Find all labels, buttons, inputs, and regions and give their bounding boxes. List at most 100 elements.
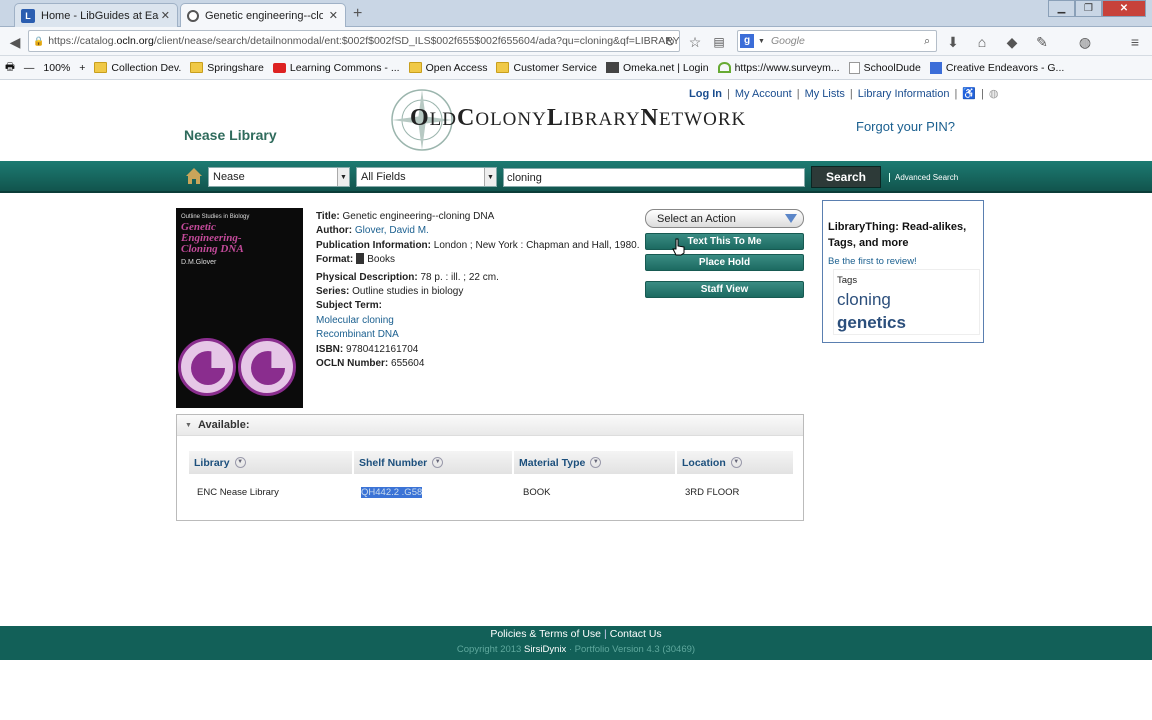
download-icon[interactable]: ⬇ — [943, 32, 963, 52]
tag-link[interactable]: genetics — [837, 313, 906, 333]
sirsidynix-link[interactable]: SirsiDynix — [524, 644, 566, 655]
login-link[interactable]: Log In — [689, 88, 722, 100]
subject-link[interactable]: Molecular cloning — [316, 315, 394, 326]
tab-libguides[interactable]: L Home - LibGuides at Easter... ✕ — [14, 3, 178, 27]
author-link[interactable]: Glover, David M. — [355, 225, 429, 236]
bookmark-star-icon[interactable]: ☆ — [685, 32, 705, 52]
table-cell-location: 3RD FLOOR — [685, 487, 740, 498]
navigation-bar: ◀ 🔒 https://catalog. ocln.org/client/neas… — [0, 27, 1152, 56]
search-button[interactable]: Search — [811, 166, 881, 188]
select-action-dropdown[interactable]: Select an Action — [645, 209, 804, 228]
sort-icon[interactable]: ▼ — [730, 457, 742, 468]
minimize-icon[interactable]: ▁ — [1048, 0, 1075, 17]
bookmark-item[interactable]: Collection Dev. — [94, 62, 181, 74]
subject-term-row: Subject Term: — [316, 300, 382, 312]
contact-us-link[interactable]: Contact Us — [610, 628, 662, 640]
policies-link[interactable]: Policies & Terms of Use — [490, 628, 601, 640]
home-icon[interactable]: ⌂ — [972, 32, 992, 52]
close-window-icon[interactable]: ✕ — [1102, 0, 1146, 17]
close-tab-icon[interactable]: ✕ — [329, 9, 338, 22]
my-lists-link[interactable]: My Lists — [805, 88, 845, 100]
bookmark-item[interactable]: Customer Service — [496, 62, 597, 74]
sort-icon[interactable]: ▼ — [234, 457, 246, 468]
zoom-level: 100% — [43, 61, 71, 74]
search-input[interactable]: cloning — [503, 168, 805, 187]
print-icon[interactable]: 🖶 — [5, 59, 15, 77]
sort-icon[interactable]: ▼ — [432, 457, 444, 468]
library-name[interactable]: Nease Library — [184, 127, 277, 143]
youtube-icon — [272, 62, 286, 73]
accessibility-icon[interactable]: ♿ — [962, 87, 976, 100]
search-engine-dropdown-icon[interactable]: ▼ — [758, 38, 765, 45]
zoom-out-icon[interactable]: — — [24, 62, 35, 74]
cover-swirl-graphic — [238, 338, 296, 396]
cover-title: Genetic Engineering- Cloning DNA — [181, 221, 244, 255]
bookmark-item[interactable]: SchoolDude — [848, 61, 921, 74]
owl-addon-icon[interactable]: ◆ — [1002, 32, 1022, 52]
series-row: Series: Outline studies in biology — [316, 286, 464, 298]
advanced-search-link[interactable]: Advanced Search — [889, 173, 958, 182]
sort-icon[interactable]: ▼ — [590, 457, 602, 468]
window-controls: ▁ ❐ ✕ — [1048, 0, 1146, 17]
url-bar[interactable]: 🔒 https://catalog. ocln.org/client/nease/… — [28, 30, 680, 52]
new-tab-plus-icon[interactable]: + — [353, 5, 362, 23]
ocln-number-row: OCLN Number: 655604 — [316, 358, 425, 370]
bookmark-item[interactable]: Omeka.net | Login — [605, 62, 709, 74]
book-icon — [356, 253, 365, 265]
column-header-shelf-number[interactable]: Shelf Number ▼ — [354, 451, 512, 474]
chevron-down-icon: ▼ — [337, 168, 349, 186]
subject-link[interactable]: Recombinant DNA — [316, 329, 399, 340]
browser-search-box[interactable]: g ▼ Google ⌕ — [737, 30, 937, 52]
home-icon[interactable] — [184, 166, 204, 186]
column-header-library[interactable]: Library ▼ — [189, 451, 352, 474]
ocln-favicon-icon — [187, 10, 199, 22]
tag-link[interactable]: cloning — [837, 290, 891, 310]
google-sites-icon — [929, 61, 942, 74]
page-icon — [848, 61, 860, 74]
my-account-link[interactable]: My Account — [735, 88, 792, 100]
reader-icon[interactable]: ▤ — [709, 32, 729, 52]
browser-tab-bar: L Home - LibGuides at Easter... ✕ Geneti… — [0, 0, 1152, 28]
catalog-search-bar: Nease ▼ All Fields ▼ cloning Search Adva… — [0, 161, 1152, 193]
tab-genetic-engineering[interactable]: Genetic engineering--cloni... ✕ — [180, 3, 346, 28]
bookmark-item[interactable]: Creative Endeavors - G... — [929, 61, 1064, 74]
column-header-location[interactable]: Location ▼ — [677, 451, 793, 474]
book-cover-image: Outline Studies in Biology Genetic Engin… — [176, 208, 303, 408]
author-row: Author: Glover, David M. — [316, 225, 429, 237]
bookmarks-bar: 🖶 — 100% + Collection Dev. Springshare L… — [0, 56, 1152, 80]
place-hold-button[interactable]: Place Hold — [645, 254, 804, 271]
language-globe-icon[interactable]: ◍ — [989, 87, 999, 100]
availability-panel: ▼ Available: Library ▼ Shelf Number ▼ Mate… — [176, 414, 804, 521]
globe-addon-icon[interactable]: ◍ — [1075, 32, 1095, 52]
bookmark-item[interactable]: Open Access — [408, 62, 487, 74]
availability-header[interactable]: ▼ Available: — [177, 415, 803, 436]
isbn-row: ISBN: 9780412161704 — [316, 343, 419, 355]
text-this-to-me-button[interactable]: Text This To Me — [645, 233, 804, 250]
review-link[interactable]: Be the first to review! — [828, 256, 917, 267]
page-footer: Policies & Terms of Use | Contact Us Copyr… — [0, 626, 1152, 660]
cover-swirl-graphic — [178, 338, 236, 396]
maximize-icon[interactable]: ❐ — [1075, 0, 1102, 17]
close-tab-icon[interactable]: ✕ — [161, 9, 170, 22]
folder-icon — [94, 62, 108, 73]
publication-row: Publication Information: London ; New Yo… — [316, 239, 640, 251]
library-information-link[interactable]: Library Information — [858, 88, 950, 100]
staff-view-button[interactable]: Staff View — [645, 281, 804, 298]
table-cell-library: ENC Nease Library — [197, 487, 279, 498]
bookmark-item[interactable]: Springshare — [190, 62, 264, 74]
bookmark-item[interactable]: https://www.surveym... — [717, 62, 840, 74]
zoom-in-icon[interactable]: + — [79, 62, 85, 74]
column-header-material-type[interactable]: Material Type ▼ — [514, 451, 675, 474]
library-select[interactable]: Nease ▼ — [208, 167, 350, 187]
hand-cursor-icon — [672, 238, 685, 256]
reload-icon[interactable]: ↻ — [660, 32, 680, 52]
bookmark-item[interactable]: Learning Commons - ... — [272, 62, 400, 74]
search-icon[interactable]: ⌕ — [924, 35, 930, 48]
tools-addon-icon[interactable]: ✎ — [1032, 32, 1052, 52]
physical-description-row: Physical Description: 78 p. : ill. ; 22 … — [316, 271, 499, 283]
menu-icon[interactable]: ≡ — [1125, 32, 1145, 52]
table-cell-material-type: BOOK — [523, 487, 551, 498]
back-arrow-icon[interactable]: ◀ — [5, 32, 25, 52]
forgot-pin-link[interactable]: Forgot your PIN? — [856, 119, 955, 134]
field-select[interactable]: All Fields ▼ — [356, 167, 497, 187]
